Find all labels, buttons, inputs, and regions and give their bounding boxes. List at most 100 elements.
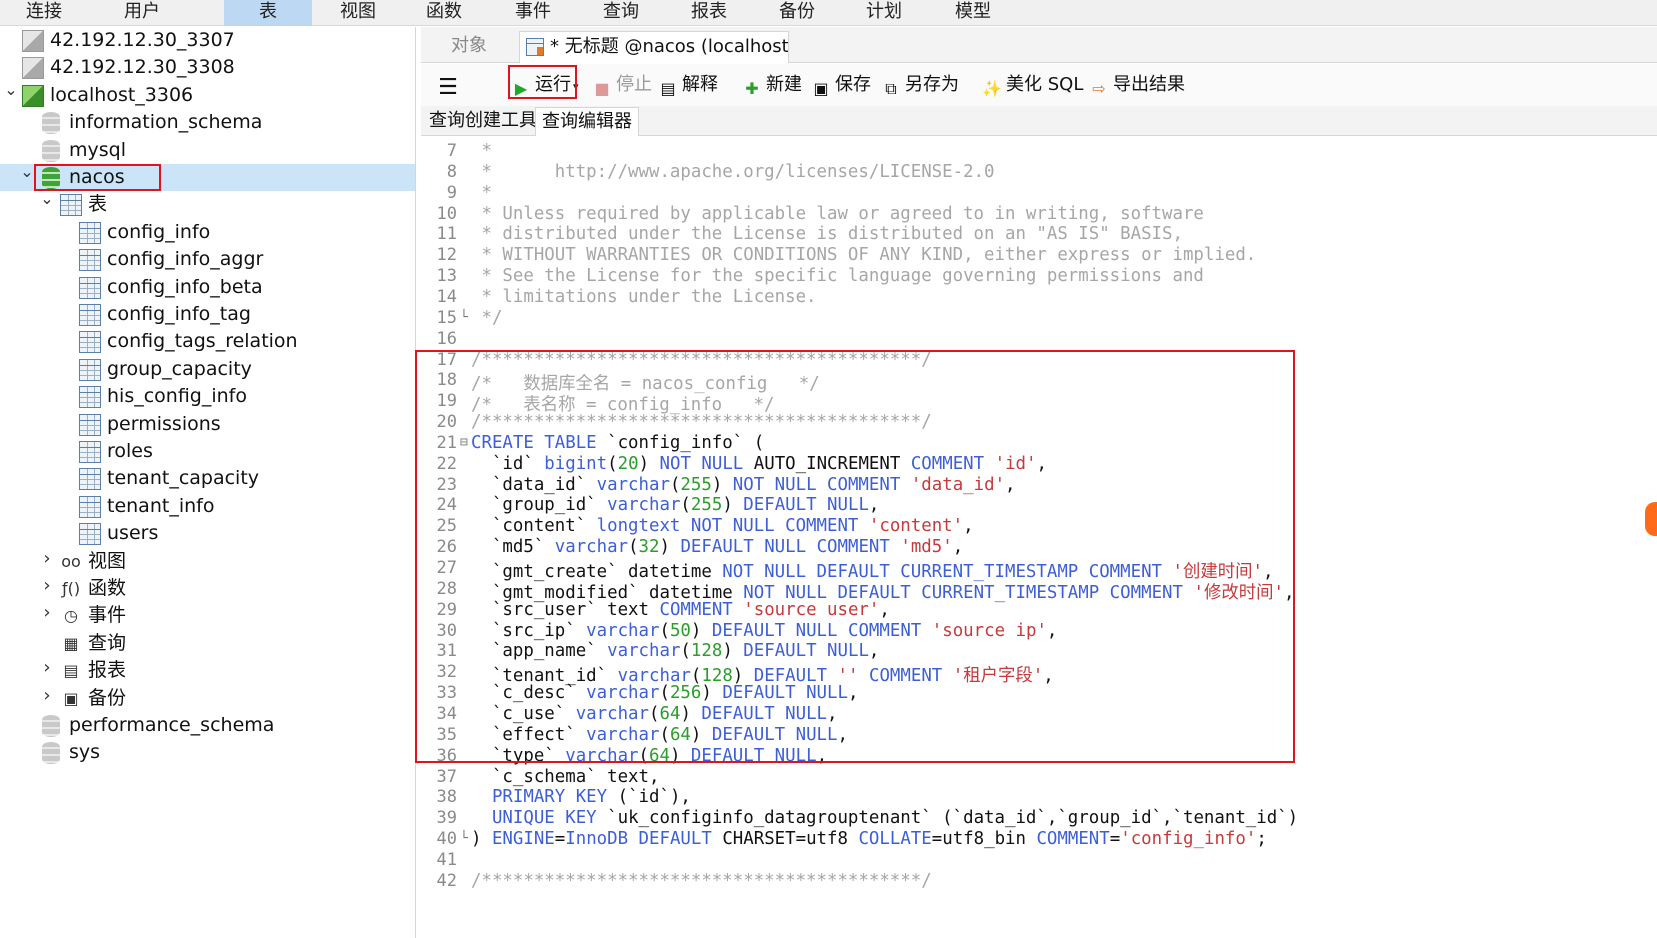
table-item[interactable]: config_tags_relation xyxy=(0,328,415,355)
line-number: 20 xyxy=(436,412,457,433)
menu-item-5[interactable]: 事件 xyxy=(489,0,577,26)
table-item[interactable]: group_capacity xyxy=(0,356,415,383)
database-nacos[interactable]: ⌄ nacos xyxy=(0,164,415,191)
object-node-5[interactable]: › ▣ 备份 xyxy=(0,685,415,712)
tab-query-untitled[interactable]: * 无标题 @nacos (localhost_... xyxy=(519,31,789,63)
line-number: 36 xyxy=(436,745,457,766)
line-number: 13 xyxy=(436,266,457,287)
database-performance-schema[interactable]: performance_schema xyxy=(0,712,415,739)
code-token: 20 xyxy=(617,453,639,474)
code-token: * http://www.apache.org/licenses/LICENSE… xyxy=(471,161,995,182)
table-item[interactable]: tenant_info xyxy=(0,493,415,520)
tab-query-editor[interactable]: 查询编辑器 xyxy=(535,107,639,136)
code-line: * WITHOUT WARRANTIES OR CONDITIONS OF AN… xyxy=(471,245,1256,265)
table-item[interactable]: config_info xyxy=(0,219,415,246)
menu-item-3[interactable]: 视图 xyxy=(314,0,402,26)
database-mysql[interactable]: mysql xyxy=(0,137,415,164)
code-token: 128 xyxy=(690,641,723,662)
export-results-button[interactable]: ⇨ 导出结果 xyxy=(1088,71,1185,99)
table-item[interactable]: config_info_tag xyxy=(0,301,415,328)
code-token: , xyxy=(879,599,890,620)
tab-query-builder[interactable]: 查询创建工具 xyxy=(423,107,543,136)
run-button[interactable]: ▶ 运行 ▾ xyxy=(510,71,579,99)
menu-item-2[interactable]: 表 xyxy=(224,0,312,26)
code-token: * limitations under the License. xyxy=(471,286,817,307)
object-node-4[interactable]: › ▤ 报表 xyxy=(0,657,415,684)
chevron-right-icon[interactable]: › xyxy=(40,549,54,567)
line-number: 32 xyxy=(436,662,457,683)
new-query-button[interactable]: ✚ 新建 xyxy=(741,71,802,99)
code-token: NOT NULL COMMENT xyxy=(732,474,901,495)
table-item[interactable]: tenant_capacity xyxy=(0,465,415,492)
code-token: `c_schema` text, xyxy=(471,766,660,787)
tab-objects[interactable]: 对象 xyxy=(421,31,517,63)
menu-item-4[interactable]: 函数 xyxy=(400,0,488,26)
object-node-0[interactable]: › oo 视图 xyxy=(0,548,415,575)
save-button[interactable]: ▣ 保存 xyxy=(810,71,871,99)
tables-node[interactable]: ⌄ 表 xyxy=(0,191,415,218)
tree-item-label: config_info_aggr xyxy=(107,248,264,271)
connection-active-icon xyxy=(22,84,44,107)
menu-item-8[interactable]: 备份 xyxy=(753,0,841,26)
database-information-schema[interactable]: information_schema xyxy=(0,109,415,136)
code-line: `src_ip` varchar(50) DEFAULT NULL COMMEN… xyxy=(471,621,1057,641)
table-item[interactable]: roles xyxy=(0,438,415,465)
line-number: 21 xyxy=(436,432,457,453)
object-node-3[interactable]: ▦ 查询 xyxy=(0,630,415,657)
connection-icon xyxy=(22,57,44,80)
connection-3307[interactable]: 42.192.12.30_3307 xyxy=(0,27,415,54)
chevron-right-icon[interactable]: › xyxy=(40,659,54,677)
code-token: InnoDB DEFAULT xyxy=(565,829,712,850)
code-token: DEFAULT NULL COMMENT xyxy=(680,537,890,558)
chevron-right-icon[interactable]: › xyxy=(40,686,54,704)
table-item[interactable]: his_config_info xyxy=(0,383,415,410)
code-token: `c_desc` xyxy=(471,683,587,704)
code-token: , xyxy=(963,516,974,537)
table-item[interactable]: config_info_aggr xyxy=(0,246,415,273)
run-dropdown-icon: ▾ xyxy=(573,80,579,93)
sql-editor[interactable]: 7 * 8 * http://www.apache.org/licenses/LI… xyxy=(421,137,1657,938)
code-token: varchar xyxy=(596,474,670,495)
table-item[interactable]: permissions xyxy=(0,411,415,438)
object-node-1[interactable]: › ƒ() 函数 xyxy=(0,575,415,602)
menu-item-9[interactable]: 计划 xyxy=(840,0,928,26)
code-token: varchar xyxy=(586,683,660,704)
connection-3308[interactable]: 42.192.12.30_3308 xyxy=(0,54,415,81)
database-sys[interactable]: sys xyxy=(0,739,415,766)
chevron-right-icon[interactable]: › xyxy=(40,577,54,595)
tree-item-label: 函数 xyxy=(88,577,127,599)
fold-toggle-icon[interactable]: ⊟ xyxy=(460,435,468,450)
code-token: varchar xyxy=(607,495,681,516)
menu-item-10[interactable]: 模型 xyxy=(929,0,1017,26)
connection-localhost[interactable]: ⌄ localhost_3306 xyxy=(0,81,415,109)
line-number: 42 xyxy=(436,870,457,891)
explain-button[interactable]: ▤ 解释 xyxy=(657,71,718,99)
chevron-right-icon[interactable]: › xyxy=(40,604,54,622)
line-number: 24 xyxy=(436,495,457,516)
beautify-sql-button[interactable]: ✨ 美化 SQL xyxy=(981,71,1083,99)
hamburger-menu-button[interactable]: ☰ xyxy=(437,71,461,99)
menu-item-6[interactable]: 查询 xyxy=(577,0,665,26)
chevron-down-icon[interactable]: ⌄ xyxy=(4,81,18,98)
side-widget-icon[interactable] xyxy=(1645,502,1657,536)
menu-item-7[interactable]: 报表 xyxy=(665,0,753,26)
table-item[interactable]: users xyxy=(0,520,415,547)
code-token: ) xyxy=(690,724,712,745)
menu-item-0[interactable]: 连接 xyxy=(0,0,88,26)
code-token: ( xyxy=(638,745,650,766)
table-item[interactable]: config_info_beta xyxy=(0,274,415,301)
code-token: * xyxy=(471,182,492,203)
event-icon: ◷ xyxy=(64,606,78,626)
code-token: `content` xyxy=(471,516,597,537)
line-number: 17 xyxy=(436,349,457,370)
stop-button[interactable]: ■ 停止 xyxy=(591,71,652,99)
save-as-button[interactable]: ⧉ 另存为 xyxy=(880,71,959,99)
table-icon xyxy=(79,331,101,354)
menu-item-1[interactable]: 用户 xyxy=(98,0,186,26)
chevron-down-icon[interactable]: ⌄ xyxy=(20,164,34,180)
chevron-down-icon[interactable]: ⌄ xyxy=(40,191,54,207)
code-line: * xyxy=(471,182,492,203)
object-node-2[interactable]: › ◷ 事件 xyxy=(0,602,415,629)
table-icon xyxy=(79,304,101,326)
code-token: * WITHOUT WARRANTIES OR CONDITIONS OF AN… xyxy=(471,245,1257,266)
